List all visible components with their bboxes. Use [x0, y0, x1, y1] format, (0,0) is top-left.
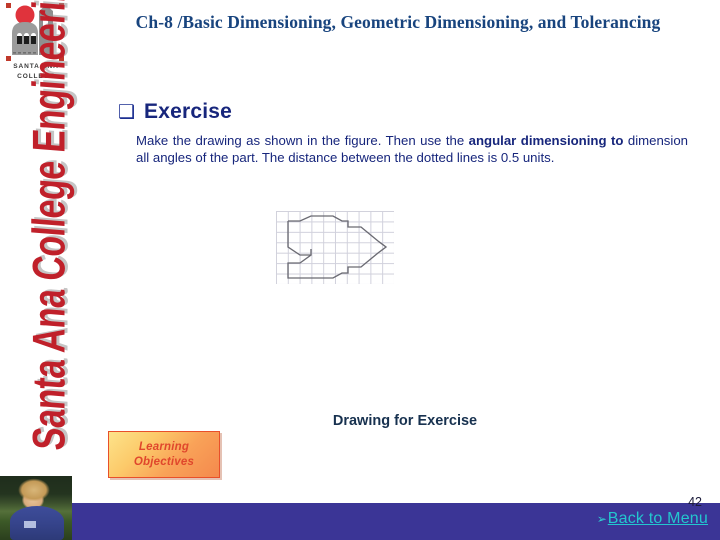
figure-caption: Drawing for Exercise — [332, 413, 478, 429]
photo-shirt-logo — [24, 521, 36, 528]
part-outline-drawing — [287, 215, 388, 279]
slide-header-title: Ch-8 /Basic Dimensioning, Geometric Dime… — [135, 12, 661, 32]
learning-objectives-button[interactable]: Learning Objectives — [108, 431, 220, 478]
left-branding-band: SANTA ANA COLLEGE Santa Ana College Engi… — [0, 0, 75, 540]
instructions-emphasis: angular dimensioning to — [468, 133, 624, 148]
back-to-menu-link[interactable]: Back to Menu — [608, 510, 708, 528]
instructions-part1: Make the drawing as shown in the figure.… — [136, 133, 469, 148]
back-to-menu-row[interactable]: ➢ Back to Menu — [597, 510, 708, 528]
photo-shirt — [10, 506, 64, 540]
exercise-drawing-figure — [268, 205, 402, 290]
logo-handle-top-left — [6, 3, 11, 8]
student-photo — [0, 476, 72, 540]
exercise-heading: ❑ Exercise — [118, 100, 232, 124]
learning-objectives-label-line1: Learning — [138, 440, 190, 453]
arrow-right-icon: ➢ — [596, 512, 607, 526]
square-bullet-icon: ❑ — [118, 100, 136, 123]
slide-canvas: SANTA ANA COLLEGE Santa Ana College Engi… — [0, 0, 720, 540]
learning-objectives-label-line2: Objectives — [133, 455, 195, 468]
page-number: 42 — [688, 495, 702, 509]
vertical-title-container: Santa Ana College Engineering — [19, 0, 81, 452]
exercise-instructions: Make the drawing as shown in the figure.… — [136, 133, 688, 166]
logo-handle-bottom-left — [6, 56, 11, 61]
exercise-heading-label: Exercise — [144, 100, 233, 123]
vertical-brand-title: Santa Ana College Engineering — [23, 0, 75, 453]
